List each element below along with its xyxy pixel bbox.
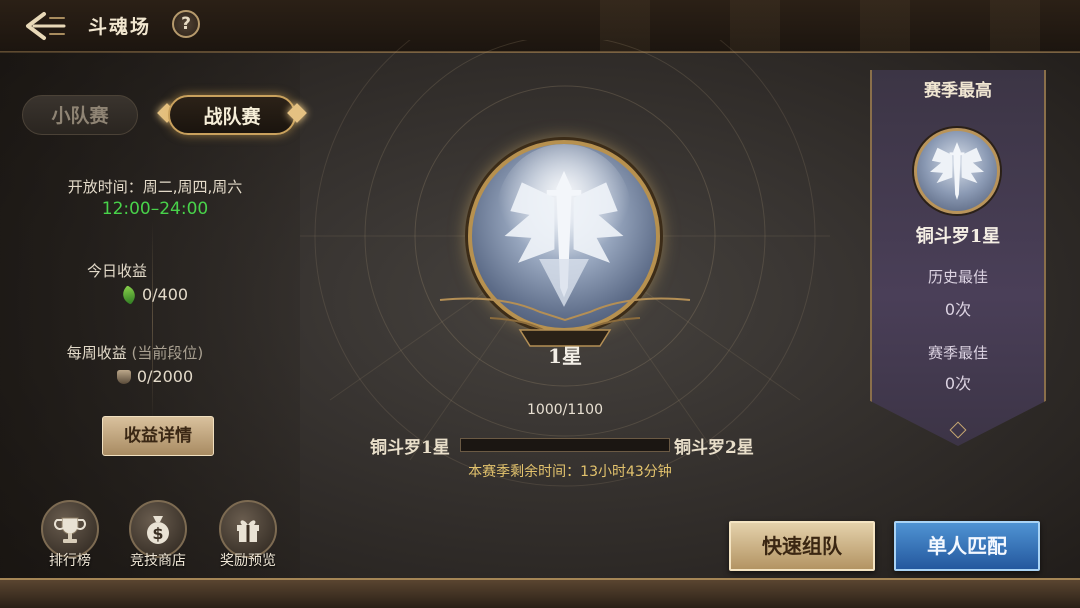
- current-rank-label: 铜斗罗1星: [370, 438, 450, 458]
- shield-icon: [116, 370, 131, 384]
- leaf-icon: [119, 285, 139, 305]
- tab-team-match[interactable]: 战队赛: [168, 95, 296, 135]
- rank-progress-text: 1000/1100: [527, 402, 603, 418]
- arena-shop-label: 竞技商店: [130, 553, 186, 569]
- arena-shop-button[interactable]: $ 竞技商店: [128, 500, 188, 569]
- reward-preview-label: 奖励预览: [220, 553, 276, 569]
- history-best-value: 0次: [944, 300, 972, 319]
- season-best-title: 赛季最高: [924, 81, 992, 101]
- history-best-label: 历史最佳: [927, 268, 988, 286]
- season-best-label: 赛季最佳: [927, 344, 988, 362]
- today-income-label: 今日收益: [86, 262, 147, 280]
- income-details-button[interactable]: 收益详情: [102, 416, 214, 456]
- current-star-label: 1星: [548, 344, 582, 368]
- weekly-income-number: 0/2000: [136, 367, 194, 386]
- quick-team-button[interactable]: 快速组队: [729, 521, 875, 571]
- open-hours: 12:00–24:00: [101, 199, 209, 219]
- divider-line: [152, 222, 153, 422]
- solo-match-button[interactable]: 单人匹配: [894, 521, 1040, 571]
- weekly-income-label: 每周收益 (当前段位): [0, 342, 290, 363]
- season-best-value: 0次: [944, 374, 972, 393]
- reward-preview-button[interactable]: 奖励预览: [218, 500, 278, 569]
- open-time-label: 开放时间：周二,周四,周六: [67, 178, 243, 196]
- bottom-frame-border: [0, 578, 1080, 608]
- season-remaining-time: 本赛季剩余时间：13小时43分钟: [468, 464, 672, 480]
- weekly-income-text: 每周收益: [66, 344, 127, 362]
- help-icon[interactable]: ?: [172, 10, 200, 38]
- page-title: 斗魂场: [88, 16, 152, 38]
- weekly-income-sub: (当前段位): [131, 344, 204, 362]
- today-income-number: 0/400: [141, 285, 189, 304]
- game-screen: 斗魂场 ? 小队赛 战队赛 开放时间：周二,周四,周六 12:00–24:00 …: [0, 0, 1080, 608]
- rank-progress-bar: [460, 438, 670, 452]
- svg-text:$: $: [152, 524, 163, 543]
- leaderboard-button[interactable]: 排行榜: [40, 500, 100, 569]
- back-arrow-icon[interactable]: [14, 8, 70, 44]
- tab-squad-match[interactable]: 小队赛: [22, 95, 138, 135]
- season-best-rank: 铜斗罗1星: [915, 226, 1001, 247]
- next-rank-label: 铜斗罗2星: [674, 438, 754, 458]
- weekly-income-value: 0/2000: [0, 367, 310, 386]
- leaderboard-label: 排行榜: [49, 553, 91, 569]
- season-best-emblem-icon: [914, 128, 1000, 214]
- today-income-value: 0/400: [0, 285, 310, 305]
